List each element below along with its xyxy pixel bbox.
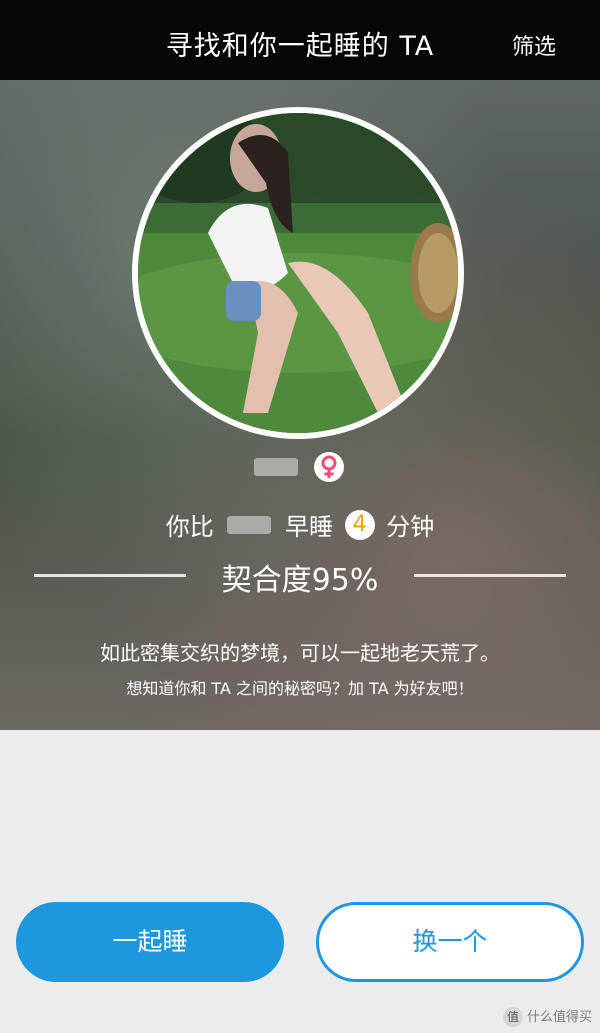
match-card: 你比 早睡 4 分钟 契合度95% 如此密集交织的梦境，可以一起地老天荒了。 想… — [0, 80, 600, 730]
divider-right — [414, 574, 566, 577]
avatar[interactable] — [132, 107, 464, 439]
compare-name-blurred — [227, 515, 272, 534]
avatar-photo — [138, 113, 458, 433]
match-score: 契合度95% — [221, 563, 379, 598]
watermark-text: 什么值得买 — [526, 1009, 592, 1025]
avatar-photo-illustration — [138, 113, 458, 433]
sleep-compare: 你比 早睡 4 分钟 — [0, 507, 600, 543]
filter-button[interactable]: 筛选 — [512, 29, 556, 61]
next-one-button[interactable]: 换一个 — [316, 902, 584, 982]
username-blurred — [254, 458, 298, 476]
compare-suffix: 分钟 — [386, 513, 435, 541]
match-description: 如此密集交织的梦境，可以一起地老天荒了。 — [100, 641, 500, 665]
top-bar: 寻找和你一起睡的 TA 筛选 — [0, 0, 600, 80]
compare-prefix: 你比 — [165, 513, 214, 541]
watermark: 值什么值得买 — [502, 1006, 592, 1027]
watermark-badge: 值 — [502, 1007, 523, 1027]
sleep-together-button[interactable]: 一起睡 — [16, 902, 284, 982]
female-symbol-icon — [314, 452, 344, 482]
page-title: 寻找和你一起睡的 TA — [165, 31, 435, 62]
add-friend-hint: 想知道你和 TA 之间的秘密吗？加 TA 为好友吧！ — [126, 679, 474, 698]
minutes-badge: 4 — [344, 509, 375, 540]
compare-middle: 早睡 — [285, 513, 333, 541]
